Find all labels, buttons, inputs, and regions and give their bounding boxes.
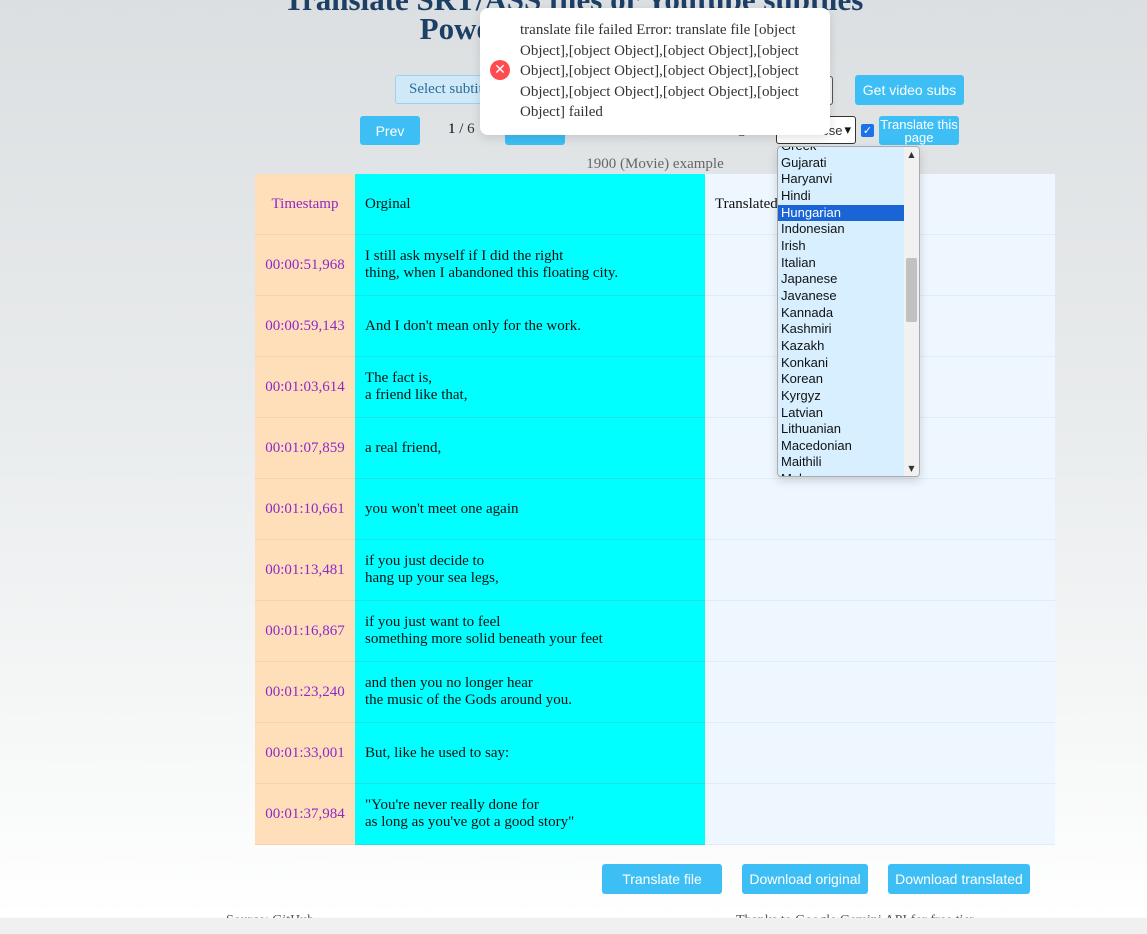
select-subtitle-file-button[interactable]: Select subtitle file — [395, 75, 485, 104]
translated-text-cell[interactable] — [705, 662, 1055, 723]
language-option[interactable]: Maithili — [778, 454, 904, 471]
original-text-cell: and then you no longer hear the music of… — [355, 662, 705, 723]
translate-file-button[interactable]: Translate file — [602, 864, 722, 894]
language-option[interactable]: Indonesian — [778, 221, 904, 238]
timestamp-cell: 00:00:59,143 — [255, 296, 355, 357]
language-option[interactable]: Macedonian — [778, 438, 904, 455]
table-row: 00:01:37,984 "You're never really done fo… — [255, 784, 1055, 845]
translated-text-cell[interactable] — [705, 601, 1055, 662]
error-toast: ✕ translate file failed Error: translate… — [480, 8, 830, 135]
footer-thanks-text: Thanks to Google Gemini API for free tie… — [736, 913, 974, 918]
timestamp-cell: 00:01:03,614 — [255, 357, 355, 418]
timestamp-cell: 00:01:23,240 — [255, 662, 355, 723]
table-row: 00:01:33,001 But, like he used to say: — [255, 723, 1055, 784]
original-text-cell: if you just decide to hang up your sea l… — [355, 540, 705, 601]
prev-page-button[interactable]: Prev — [360, 116, 420, 145]
toast-message: translate file failed Error: translate f… — [520, 22, 799, 121]
scrollbar-thumb[interactable] — [906, 258, 917, 322]
table-row: 00:01:03,614 The fact is, a friend like t… — [255, 357, 1055, 418]
language-option[interactable]: Haryanvi — [778, 171, 904, 188]
original-text-cell: a real friend, — [355, 418, 705, 479]
timestamp-cell: 00:01:33,001 — [255, 723, 355, 784]
language-option[interactable]: Kashmiri — [778, 321, 904, 338]
language-option[interactable]: Javanese — [778, 288, 904, 305]
get-video-subs-button[interactable]: Get video subs — [855, 75, 964, 105]
language-option[interactable]: Malay — [778, 471, 904, 476]
original-text-cell: if you just want to feel something more … — [355, 601, 705, 662]
footer-source-link[interactable]: Source: GitHub — [226, 913, 314, 918]
scroll-down-arrow-icon[interactable]: ▼ — [904, 464, 919, 473]
page-total: 6 — [467, 121, 475, 137]
timestamp-cell: 00:01:07,859 — [255, 418, 355, 479]
page-current: 1 — [448, 121, 456, 137]
page-separator: / — [455, 121, 468, 137]
translate-page-checkbox[interactable]: ✓ — [861, 124, 874, 137]
translated-text-cell[interactable] — [705, 540, 1055, 601]
timestamp-cell: 00:00:51,968 — [255, 235, 355, 296]
original-text-cell: The fact is, a friend like that, — [355, 357, 705, 418]
timestamp-cell: 00:01:16,867 — [255, 601, 355, 662]
language-option[interactable]: Italian — [778, 255, 904, 272]
translate-this-page-button[interactable]: Translate this page — [879, 116, 959, 145]
original-text-cell: But, like he used to say: — [355, 723, 705, 784]
translated-text-cell[interactable] — [705, 784, 1055, 845]
table-row: 00:01:10,661 you won't meet one again — [255, 479, 1055, 540]
header-original: Orginal — [355, 174, 705, 235]
language-option[interactable]: Konkani — [778, 355, 904, 372]
language-option[interactable]: Kazakh — [778, 338, 904, 355]
language-option[interactable]: Japanese — [778, 271, 904, 288]
file-name-label: 1900 (Movie) example — [586, 156, 724, 172]
table-row: 00:00:59,143 And I don't mean only for th… — [255, 296, 1055, 357]
table-row: 00:01:16,867 if you just want to feel som… — [255, 601, 1055, 662]
language-option[interactable]: Korean — [778, 371, 904, 388]
error-x-icon: ✕ — [490, 60, 510, 80]
timestamp-cell: 00:01:37,984 — [255, 784, 355, 845]
original-text-cell: "You're never really done for as long as… — [355, 784, 705, 845]
language-option[interactable]: Irish — [778, 238, 904, 255]
language-option[interactable]: Greek — [778, 147, 904, 155]
translated-text-cell[interactable] — [705, 479, 1055, 540]
language-option[interactable]: Hungarian — [778, 204, 904, 222]
translated-text-cell[interactable] — [705, 723, 1055, 784]
timestamp-cell: 00:01:10,661 — [255, 479, 355, 540]
language-option[interactable]: Kyrgyz — [778, 388, 904, 405]
checkmark-icon: ✓ — [862, 124, 873, 137]
download-translated-button[interactable]: Download translated — [888, 864, 1030, 894]
language-option[interactable]: Gujarati — [778, 155, 904, 172]
original-text-cell: I still ask myself if I did the right th… — [355, 235, 705, 296]
table-row: 00:01:13,481 if you just decide to hang u… — [255, 540, 1055, 601]
download-original-button[interactable]: Download original — [742, 864, 868, 894]
dropdown-scrollbar[interactable]: ▲ ▼ — [904, 147, 919, 476]
original-text-cell: And I don't mean only for the work. — [355, 296, 705, 357]
original-text-cell: you won't meet one again — [355, 479, 705, 540]
language-dropdown-list[interactable]: GreekGujaratiHaryanviHindiHungarianIndon… — [777, 146, 920, 477]
table-header-row: Timestamp Orginal Translated — [255, 174, 1055, 235]
language-option[interactable]: Kannada — [778, 305, 904, 322]
scroll-up-arrow-icon[interactable]: ▲ — [904, 150, 919, 159]
timestamp-cell: 00:01:13,481 — [255, 540, 355, 601]
language-option[interactable]: Lithuanian — [778, 421, 904, 438]
table-row: 00:01:07,859 a real friend, — [255, 418, 1055, 479]
language-option[interactable]: Hindi — [778, 188, 904, 205]
page-indicator: 1 / 6 — [448, 121, 475, 138]
language-option[interactable]: Latvian — [778, 405, 904, 422]
header-timestamp: Timestamp — [255, 174, 355, 235]
chevron-down-icon: ▾ — [844, 122, 851, 137]
table-row: 00:00:51,968 I still ask myself if I did … — [255, 235, 1055, 296]
table-row: 00:01:23,240 and then you no longer hear … — [255, 662, 1055, 723]
subtitle-table: Timestamp Orginal Translated 00:00:51,96… — [255, 174, 1055, 845]
